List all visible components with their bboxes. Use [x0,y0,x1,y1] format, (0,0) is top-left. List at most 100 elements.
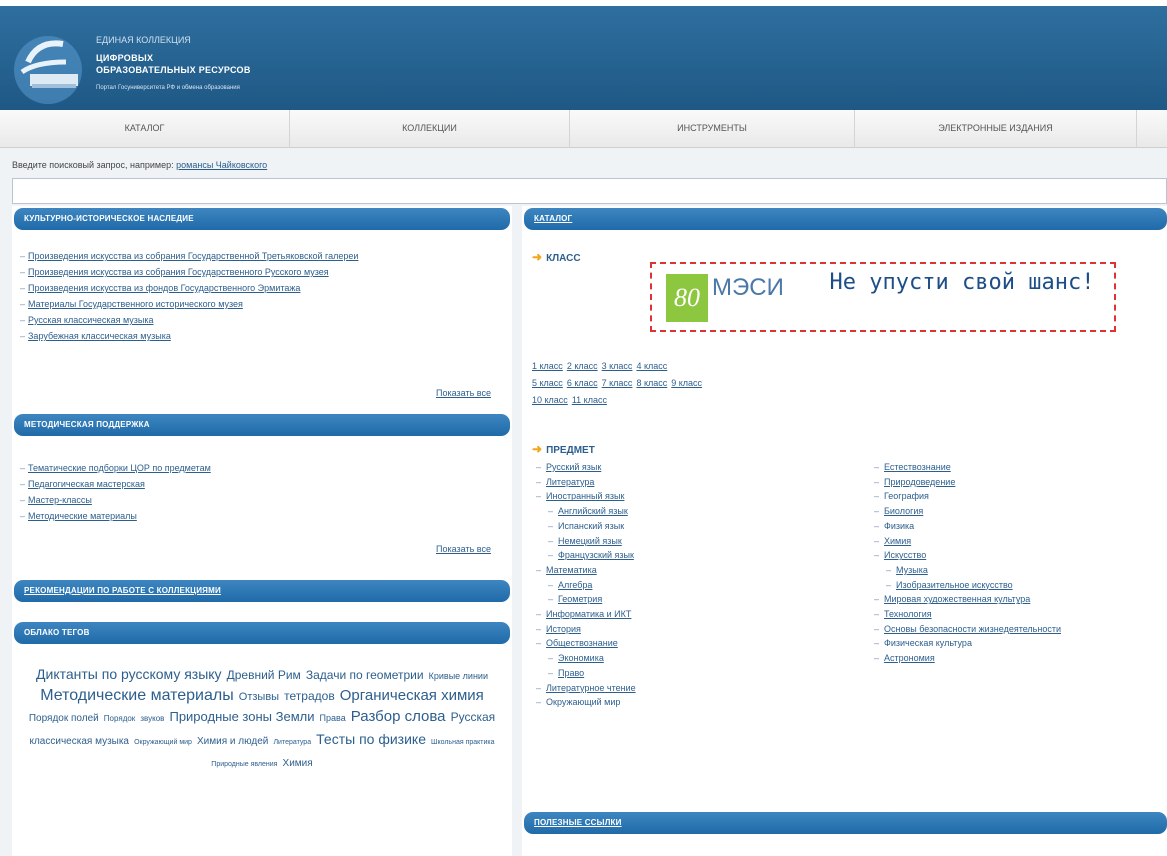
subject-item[interactable]: Естествознание [874,460,1061,475]
tag-link[interactable]: звуков [140,714,164,723]
tag-link[interactable]: Русская [451,710,496,724]
banner-badge: 80 [666,274,708,322]
subject-item[interactable]: Обществознание [536,636,636,651]
site-logo-icon[interactable] [8,22,94,108]
subject-label: Обществознание [546,638,618,649]
subject-item[interactable]: Геометрия [536,592,636,607]
tag-link[interactable]: Порядок [104,714,136,723]
subject-item[interactable]: Биология [874,504,1061,519]
search-example-link[interactable]: романсы Чайковского [176,160,267,170]
subject-item[interactable]: Мировая художественная культура [874,592,1061,607]
class-link[interactable]: 3 класс [602,361,633,371]
search-input[interactable] [12,178,1167,204]
tag-link[interactable]: Диктанты по русскому языку [36,666,222,682]
subject-item[interactable]: Искусство [874,548,1061,563]
tag-link[interactable]: Химия и людей [197,736,268,747]
class-link[interactable]: 1 класс [532,361,563,371]
tag-link[interactable]: Тесты по физике [316,731,426,747]
class-link[interactable]: 7 класс [602,378,633,388]
list-item[interactable]: Тематические подборки ЦОР по предметам [20,460,508,476]
subject-item[interactable]: Окружающий мир [536,695,636,710]
subject-item[interactable]: Алгебра [536,578,636,593]
class-link[interactable]: 9 класс [671,378,702,388]
tag-link[interactable]: Древний Рим [227,668,301,682]
subject-item[interactable]: Французский язык [536,548,636,563]
heritage-list: Произведения искусства из собрания Госуд… [20,248,508,344]
tag-link[interactable]: Отзывы [239,691,279,703]
class-section-title: ➜ КЛАСС [532,250,581,264]
subject-item[interactable]: Немецкий язык [536,534,636,549]
subject-item[interactable]: Иностранный язык [536,489,636,504]
subject-label: Геометрия [558,594,603,605]
subject-item[interactable]: Природоведение [874,475,1061,490]
subject-item[interactable]: Химия [874,534,1061,549]
subject-item[interactable]: Физика [874,519,1061,534]
subject-item[interactable]: Право [536,666,636,681]
subject-item[interactable]: Астрономия [874,651,1061,666]
list-item[interactable]: Методические материалы [20,508,508,524]
nav-e-publications[interactable]: ЭЛЕКТРОННЫЕ ИЗДАНИЯ [855,110,1137,148]
list-item[interactable]: Русская классическая музыка [20,312,508,328]
subject-item[interactable]: Информатика и ИКТ [536,607,636,622]
nav-collections[interactable]: КОЛЛЕКЦИИ [290,110,570,148]
nav-tools[interactable]: ИНСТРУМЕНТЫ [570,110,855,148]
subject-item[interactable]: Музыка [874,563,1061,578]
class-link[interactable]: 4 класс [636,361,667,371]
tag-link[interactable]: Школьная практика [431,739,494,746]
subject-item[interactable]: Физическая культура [874,636,1061,651]
subject-item[interactable]: Литература [536,475,636,490]
tag-link[interactable]: Задачи по геометрии [306,668,424,682]
list-item[interactable]: Зарубежная классическая музыка [20,328,508,344]
ad-banner[interactable]: 80 МЭСИ Не упусти свой шанс! [650,262,1116,332]
method-list: Тематические подборки ЦОР по предметам П… [20,460,508,524]
brand-line-1: ЕДИНАЯ КОЛЛЕКЦИЯ [96,35,191,45]
tag-link[interactable]: Порядок полей [29,713,99,724]
list-item[interactable]: Материалы Государственного исторического… [20,296,508,312]
search-hint-text: Введите поисковый запрос, например: [12,160,174,170]
list-item[interactable]: Произведения искусства из фондов Государ… [20,280,508,296]
recommend-panel-title[interactable]: РЕКОМЕНДАЦИИ ПО РАБОТЕ С КОЛЛЕКЦИЯМИ [14,580,510,602]
class-link[interactable]: 10 класс [532,395,568,405]
tag-link[interactable]: Органическая химия [340,687,484,704]
subject-item[interactable]: Испанский язык [536,519,636,534]
tag-link[interactable]: тетрадов [284,689,335,703]
subjects-right-list: Естествознание Природоведение География Био… [874,460,1061,666]
subject-item[interactable]: География [874,489,1061,504]
brand-line-3: ОБРАЗОВАТЕЛЬНЫХ РЕСУРСОВ [96,65,251,75]
catalog-panel-title[interactable]: КАТАЛОГ [524,208,1167,230]
subject-item[interactable]: Английский язык [536,504,636,519]
subject-item[interactable]: Литературное чтение [536,681,636,696]
nav-catalog[interactable]: КАТАЛОГ [0,110,290,148]
list-item[interactable]: Произведения искусства из собрания Госуд… [20,248,508,264]
list-item[interactable]: Педагогическая мастерская [20,476,508,492]
class-link[interactable]: 6 класс [567,378,598,388]
list-item[interactable]: Мастер-классы [20,492,508,508]
class-link[interactable]: 11 класс [572,395,607,405]
list-item[interactable]: Произведения искусства из собрания Госуд… [20,264,508,280]
tag-link[interactable]: Кривые линии [429,671,488,681]
subject-label: Математика [546,564,597,575]
tag-cloud: Диктанты по русскому языку Древний Рим З… [14,654,510,775]
useful-links-panel-title[interactable]: ПОЛЕЗНЫЕ ССЫЛКИ [524,812,1167,834]
tag-link[interactable]: Природные явления [211,761,277,768]
heritage-panel-title: КУЛЬТУРНО-ИСТОРИЧЕСКОЕ НАСЛЕДИЕ [14,208,510,230]
subject-item[interactable]: Основы безопасности жизнедеятельности [874,622,1061,637]
subject-item[interactable]: Русский язык [536,460,636,475]
brand-line-2: ЦИФРОВЫХ [96,53,154,63]
subject-item[interactable]: Математика [536,563,636,578]
class-link[interactable]: 5 класс [532,378,563,388]
tag-link[interactable]: Литература [273,739,311,746]
tag-link[interactable]: Разбор слова [351,708,446,725]
subject-item[interactable]: Изобразительное искусство [874,578,1061,593]
tag-link[interactable]: Природные зоны Земли [169,709,314,724]
subject-item[interactable]: Экономика [536,651,636,666]
tag-link[interactable]: Химия [283,758,313,769]
tag-link[interactable]: Права [320,713,346,723]
tag-link[interactable]: Методические материалы [40,687,234,704]
class-link[interactable]: 2 класс [567,361,598,371]
subject-item[interactable]: История [536,622,636,637]
tag-link[interactable]: классическая музыка [29,736,129,747]
class-link[interactable]: 8 класс [636,378,667,388]
subject-item[interactable]: Технология [874,607,1061,622]
tag-link[interactable]: Окружающий мир [134,739,192,746]
